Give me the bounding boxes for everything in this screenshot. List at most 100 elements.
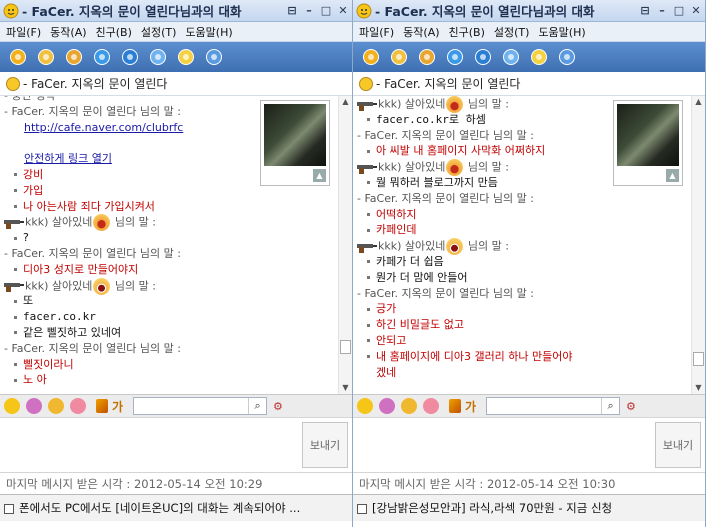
send-file-icon[interactable] <box>389 47 409 67</box>
search-input[interactable]: ⌕ <box>133 397 268 415</box>
menu-item[interactable]: 파일(F) <box>359 24 394 40</box>
window-title: - FaCer. 지옥의 문이 열린다님과의 대화 <box>22 4 242 19</box>
message-line: 긍가 <box>357 301 689 317</box>
font-icon[interactable]: 가 <box>112 398 123 415</box>
flower-icon[interactable] <box>423 398 439 414</box>
send-button[interactable]: 보내기 <box>302 422 348 468</box>
collapse-icon[interactable]: ▲ <box>666 169 679 182</box>
menu-item[interactable]: 도움말(H) <box>538 24 585 40</box>
emoticon-icon[interactable] <box>529 47 549 67</box>
collapse-icon[interactable]: ▲ <box>313 169 326 182</box>
send-file-icon[interactable] <box>36 47 56 67</box>
ad-text[interactable]: [강남밝은성모안과] 라식,라섹 70만원 - 지금 신청 <box>372 501 612 515</box>
ad-icon <box>357 503 367 514</box>
menu-item[interactable]: 친구(B) <box>449 24 485 40</box>
message-line: 카페가 더 쉽음 <box>357 254 689 270</box>
emoticon-icon[interactable] <box>357 398 373 414</box>
laughing-face-icon <box>446 238 464 256</box>
message-line: 디아3 성지로 만들어야지 <box>4 262 336 278</box>
bullet-icon <box>367 276 370 280</box>
close-button[interactable]: ✕ <box>690 4 702 17</box>
gun-icon <box>357 100 377 111</box>
chat-window: - FaCer. 지옥의 문이 열린다님과의 대화 ⊟ – □ ✕ 파일(F) 동작(A) 친… <box>353 0 706 527</box>
character-icon[interactable] <box>401 398 417 414</box>
pin-icon[interactable]: ⚙ <box>626 400 636 413</box>
profile-photo[interactable]: ▲ <box>260 100 330 186</box>
message-text: 겠네 <box>376 365 397 379</box>
bullet-icon <box>14 189 17 193</box>
sender-header: - FaCer. 지옥의 문이 열린다 님의 말 : <box>357 286 534 300</box>
pen-icon[interactable] <box>96 399 108 413</box>
send-button[interactable]: 보내기 <box>655 422 701 468</box>
scrollbar[interactable]: ▲ ▼ <box>338 96 352 394</box>
toolbar <box>0 42 352 72</box>
bullet-icon <box>14 331 17 335</box>
search-icon[interactable]: ⌕ <box>248 398 266 414</box>
menu-item[interactable]: 동작(A) <box>403 24 439 40</box>
scroll-thumb[interactable] <box>693 352 704 366</box>
search-input[interactable]: ⌕ <box>486 397 621 415</box>
pin-icon[interactable]: ⚙ <box>273 400 283 413</box>
screen-icon[interactable] <box>473 47 493 67</box>
message-input[interactable]: 보내기 <box>353 418 705 472</box>
gun-icon <box>357 242 377 253</box>
character-icon[interactable] <box>48 398 64 414</box>
font-icon[interactable]: 가 <box>465 398 476 415</box>
chat-header-name: - FaCer. 지옥의 문이 열린다 <box>376 77 521 91</box>
last-message-time: 마지막 메시지 받은 시각 : 2012-05-14 오전 10:30 <box>353 472 705 494</box>
close-button[interactable]: ✕ <box>337 4 349 17</box>
chat-header: - FaCer. 지옥의 문이 열린다 <box>353 72 705 96</box>
emoticon-icon[interactable] <box>176 47 196 67</box>
scroll-up-icon[interactable]: ▲ <box>692 96 705 108</box>
maximize-button[interactable]: □ <box>320 4 332 17</box>
photo-image <box>264 104 326 166</box>
minimize-button[interactable]: – <box>303 4 315 17</box>
chat-log: kkk) 살아있네 님의 말 : facer.co.kr로 하셈 - FaCer. … <box>353 96 705 394</box>
pen-icon[interactable] <box>449 399 461 413</box>
gift-icon[interactable] <box>26 398 42 414</box>
menu-item[interactable]: 파일(F) <box>6 24 41 40</box>
scroll-down-icon[interactable]: ▼ <box>692 382 705 394</box>
menu-item[interactable]: 설정(T) <box>141 24 177 40</box>
scroll-up-icon[interactable]: ▲ <box>339 96 352 108</box>
scroll-thumb[interactable] <box>340 340 351 354</box>
add-friend-icon[interactable] <box>8 47 28 67</box>
ad-banner[interactable]: [강남밝은성모안과] 라식,라섹 70만원 - 지금 신청 <box>353 494 705 521</box>
remote-icon[interactable] <box>445 47 465 67</box>
scroll-down-icon[interactable]: ▼ <box>339 382 352 394</box>
message-link[interactable]: 안전하게 링크 열기 <box>24 152 112 165</box>
flower-icon[interactable] <box>70 398 86 414</box>
minimize-button[interactable]: – <box>656 4 668 17</box>
maximize-button[interactable]: □ <box>673 4 685 17</box>
sender-suffix: 님의 말 : <box>464 239 509 253</box>
bullet-icon <box>14 378 17 382</box>
profile-photo[interactable]: ▲ <box>613 100 683 186</box>
message-link[interactable]: http://cafe.naver.com/clubrfc <box>24 121 183 134</box>
ad-text[interactable]: 폰에서도 PC에서도 [네이트온UC]의 대화는 계속되어야 ... <box>19 501 300 515</box>
time-icon[interactable] <box>501 47 521 67</box>
scrollbar[interactable]: ▲ ▼ <box>691 96 705 394</box>
group-chat-icon[interactable] <box>417 47 437 67</box>
add-friend-icon[interactable] <box>361 47 381 67</box>
screen-icon[interactable] <box>120 47 140 67</box>
group-chat-icon[interactable] <box>64 47 84 67</box>
restore-button[interactable]: ⊟ <box>639 4 651 17</box>
bullet-icon <box>14 299 17 303</box>
message-line: 내 홈페이지에 디아3 갤러리 하나 만들어야 <box>357 349 689 365</box>
sender-header: - FaCer. 지옥의 문이 열린다 님의 말 : <box>357 191 534 205</box>
time-icon[interactable] <box>148 47 168 67</box>
remote-icon[interactable] <box>92 47 112 67</box>
menu-item[interactable]: 친구(B) <box>96 24 132 40</box>
message-input[interactable]: 보내기 <box>0 418 352 472</box>
restore-button[interactable]: ⊟ <box>286 4 298 17</box>
emoticon-icon[interactable] <box>4 398 20 414</box>
menu-item[interactable]: 동작(A) <box>50 24 86 40</box>
search-icon[interactable]: ⌕ <box>601 398 619 414</box>
search-icon[interactable] <box>557 47 577 67</box>
search-icon[interactable] <box>204 47 224 67</box>
ad-banner[interactable]: 폰에서도 PC에서도 [네이트온UC]의 대화는 계속되어야 ... <box>0 494 352 521</box>
menu-item[interactable]: 설정(T) <box>494 24 530 40</box>
message-text: 가입 <box>23 183 44 197</box>
menu-item[interactable]: 도움말(H) <box>185 24 232 40</box>
gift-icon[interactable] <box>379 398 395 414</box>
